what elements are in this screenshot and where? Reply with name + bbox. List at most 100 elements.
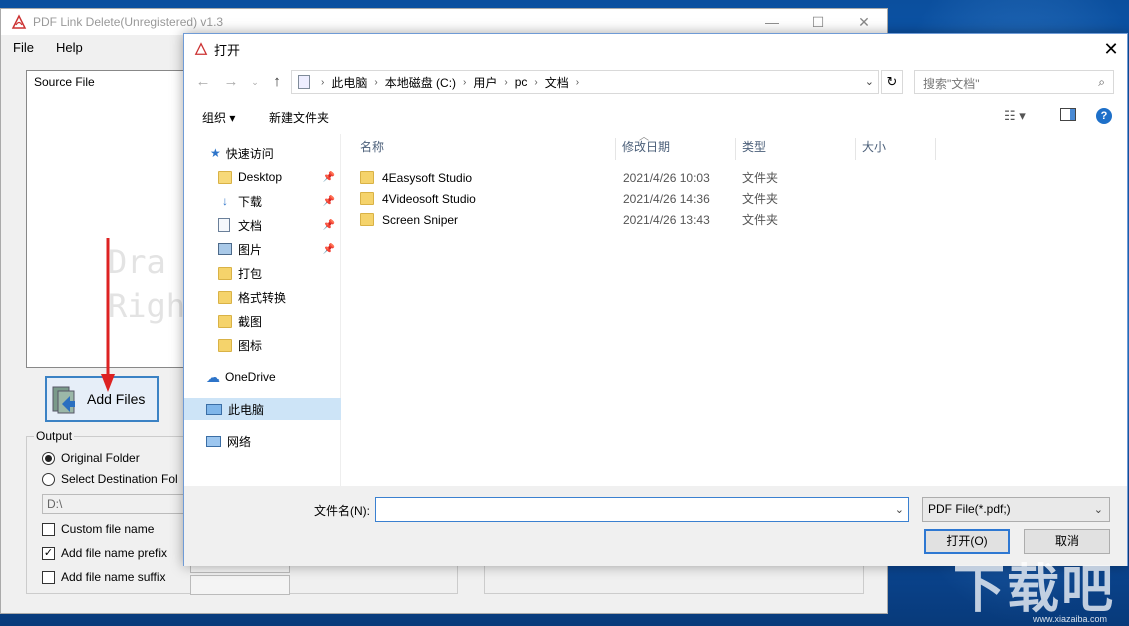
- option-select-destination-label: Select Destination Fol: [61, 472, 178, 486]
- chevron-down-icon[interactable]: ⌄: [865, 75, 874, 88]
- folder-icon: [218, 290, 232, 304]
- forward-icon[interactable]: →: [220, 70, 242, 94]
- radio-select-destination[interactable]: [42, 472, 55, 486]
- sidebar-item-network[interactable]: 网络: [184, 430, 341, 452]
- option-original-folder[interactable]: Original Folder: [42, 451, 140, 465]
- help-icon[interactable]: ?: [1096, 108, 1112, 124]
- sidebar-item-icons[interactable]: 图标: [184, 334, 341, 356]
- pin-icon: 📌: [322, 195, 335, 207]
- close-icon[interactable]: ✕: [841, 9, 887, 35]
- sidebar-item-screenshots[interactable]: 截图: [184, 310, 341, 332]
- address-separator-icon: ›: [504, 76, 508, 88]
- chevron-down-icon[interactable]: ⌄: [895, 503, 904, 516]
- sidebar-item-documents[interactable]: 文档 📌: [184, 214, 341, 236]
- file-type: 文件夹: [742, 213, 779, 227]
- dialog-close-icon[interactable]: ✕: [1095, 34, 1127, 64]
- address-segment-documents[interactable]: 文档: [545, 74, 569, 91]
- star-icon: ★: [210, 146, 221, 160]
- sidebar-item-format-convert[interactable]: 格式转换: [184, 286, 341, 308]
- sidebar-label: 图标: [238, 338, 263, 353]
- pin-icon: 📌: [322, 171, 335, 183]
- up-icon[interactable]: ↑: [266, 70, 288, 94]
- drag-hint: Dra Righ: [108, 240, 185, 328]
- sidebar-item-this-pc[interactable]: 此电脑: [184, 398, 341, 420]
- organize-menu[interactable]: 组织 ▾: [202, 109, 235, 126]
- filename-field[interactable]: ⌄: [375, 497, 909, 522]
- pdf-app-icon: [194, 42, 208, 55]
- suffix-input[interactable]: [190, 575, 290, 595]
- option-prefix[interactable]: ✓ Add file name prefix: [42, 546, 167, 560]
- desktop-folder-icon: [218, 170, 232, 184]
- option-custom-name-label: Custom file name: [61, 522, 155, 536]
- search-input[interactable]: 搜索"文档" ⌕: [914, 70, 1114, 94]
- file-date: 2021/4/26 10:03: [623, 170, 710, 185]
- sidebar-item-pack[interactable]: 打包: [184, 262, 341, 284]
- checkbox-suffix[interactable]: [42, 570, 55, 584]
- download-arrow-icon: ↓: [222, 194, 228, 208]
- minimize-icon[interactable]: —: [749, 9, 795, 35]
- sidebar-label: 网络: [227, 434, 252, 449]
- column-name[interactable]: 名称: [344, 138, 616, 160]
- preview-pane-icon[interactable]: [1060, 108, 1076, 121]
- folder-icon: [218, 338, 232, 352]
- destination-path-field[interactable]: D:\: [42, 494, 187, 514]
- file-name: 4Videosoft Studio: [382, 191, 476, 206]
- navigation-pane: ★ 快速访问 Desktop 📌 ↓ 下载 📌 文档 📌 图片 📌 打包 格式转…: [184, 134, 341, 486]
- dialog-titlebar: 打开: [184, 34, 1127, 64]
- sidebar-item-desktop[interactable]: Desktop 📌: [184, 166, 341, 188]
- sidebar-label: 文档: [238, 218, 263, 233]
- menu-file[interactable]: File: [13, 40, 34, 55]
- sidebar-item-pictures[interactable]: 图片 📌: [184, 238, 341, 260]
- menu-help[interactable]: Help: [56, 40, 83, 55]
- address-separator-icon: ›: [463, 76, 467, 88]
- checkbox-prefix[interactable]: ✓: [42, 546, 55, 560]
- sidebar-label: 截图: [238, 314, 263, 329]
- file-row[interactable]: Screen Sniper 2021/4/26 13:43 文件夹: [360, 209, 790, 230]
- window-controls: — ☐ ✕: [749, 9, 887, 35]
- file-date: 2021/4/26 14:36: [623, 191, 710, 206]
- sidebar-item-quick-access[interactable]: ★ 快速访问: [184, 142, 341, 164]
- output-title: Output: [34, 429, 75, 443]
- address-segment-pc-user[interactable]: pc: [515, 75, 528, 89]
- view-options-icon[interactable]: ☷ ▾: [1004, 108, 1026, 124]
- sidebar-item-onedrive[interactable]: ☁ OneDrive: [184, 366, 341, 388]
- search-placeholder: 搜索"文档": [923, 77, 980, 91]
- folder-icon: [360, 213, 374, 226]
- pdf-app-icon: [11, 14, 27, 29]
- back-icon[interactable]: ←: [192, 70, 214, 94]
- app-title: PDF Link Delete(Unregistered) v1.3: [33, 15, 224, 29]
- new-folder-button[interactable]: 新建文件夹: [269, 109, 329, 126]
- file-type-filter[interactable]: PDF File(*.pdf;) ⌄: [922, 497, 1110, 522]
- refresh-icon[interactable]: ↻: [881, 70, 903, 94]
- recent-chevron-icon[interactable]: ⌄: [244, 70, 266, 94]
- address-segment-pc[interactable]: 此电脑: [331, 74, 367, 91]
- sidebar-item-downloads[interactable]: ↓ 下载 📌: [184, 190, 341, 212]
- address-segment-drive[interactable]: 本地磁盘 (C:): [385, 74, 456, 91]
- file-row[interactable]: 4Easysoft Studio 2021/4/26 10:03 文件夹: [360, 167, 790, 188]
- column-size[interactable]: 大小: [856, 138, 936, 160]
- option-select-destination[interactable]: Select Destination Fol: [42, 472, 178, 486]
- watermark-logo: 下载吧: [952, 560, 1115, 620]
- folder-icon: [360, 192, 374, 205]
- network-icon: [206, 435, 221, 447]
- filename-input[interactable]: [376, 498, 876, 521]
- address-separator-icon: ›: [534, 76, 538, 88]
- checkbox-custom-name[interactable]: [42, 522, 55, 536]
- search-icon: ⌕: [1098, 75, 1105, 89]
- file-list: ︿ 名称 修改日期 类型 大小 4Easysoft Studio 2021/4/…: [342, 132, 1129, 486]
- filename-label: 文件名(N):: [314, 504, 370, 518]
- pin-icon: 📌: [322, 243, 335, 255]
- radio-original-folder[interactable]: [42, 451, 55, 465]
- folder-icon: [218, 266, 232, 280]
- file-row[interactable]: 4Videosoft Studio 2021/4/26 14:36 文件夹: [360, 188, 790, 209]
- option-suffix[interactable]: Add file name suffix: [42, 570, 166, 584]
- option-original-folder-label: Original Folder: [61, 451, 140, 465]
- column-type[interactable]: 类型: [736, 138, 856, 160]
- address-segment-users[interactable]: 用户: [473, 74, 497, 91]
- option-custom-name[interactable]: Custom file name: [42, 522, 154, 536]
- address-bar[interactable]: › 此电脑 › 本地磁盘 (C:) › 用户 › pc › 文档 › ⌄: [291, 70, 879, 94]
- maximize-icon[interactable]: ☐: [795, 9, 841, 35]
- dialog-toolbar: 组织 ▾ 新建文件夹 ☷ ▾ ?: [184, 102, 1129, 132]
- pin-icon: 📌: [322, 219, 335, 231]
- column-date[interactable]: 修改日期: [616, 138, 736, 160]
